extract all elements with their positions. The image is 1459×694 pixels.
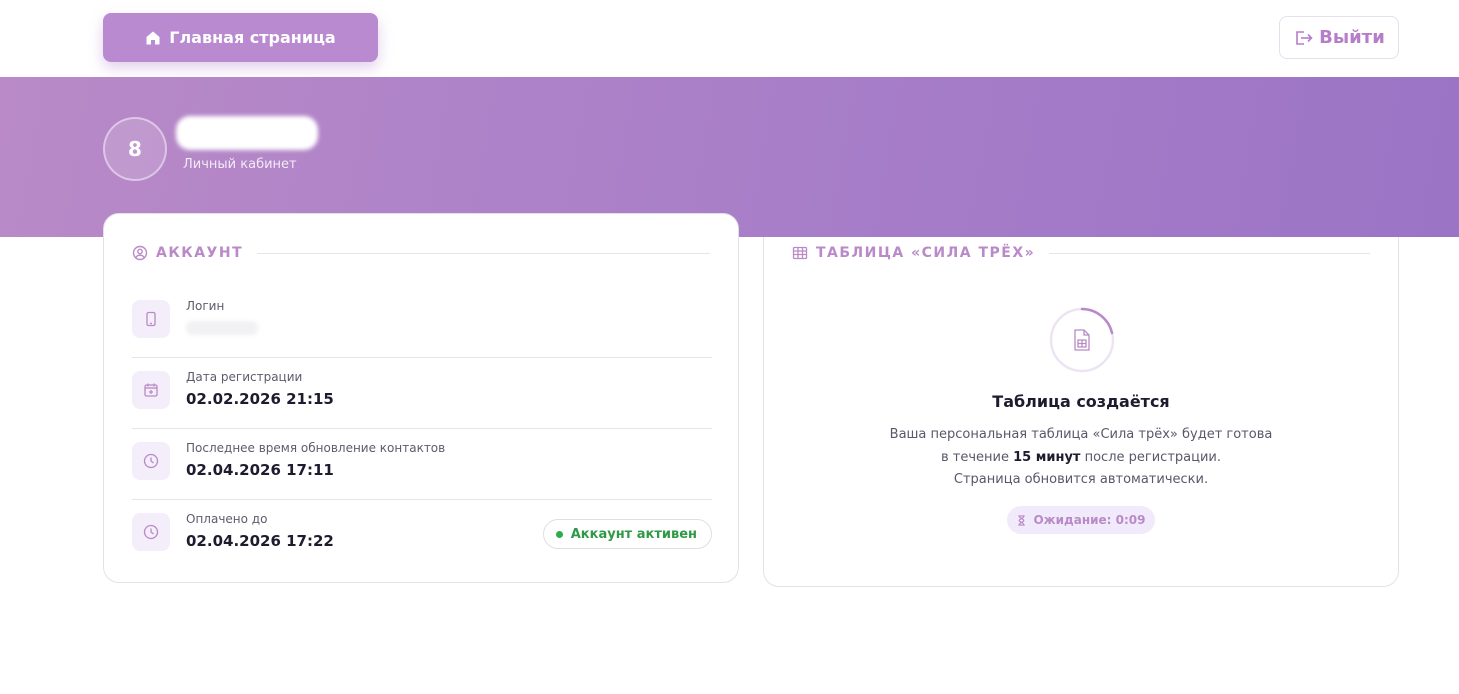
account-status-text: Аккаунт активен	[570, 526, 697, 542]
wait-timer-text: Ожидание: 0:09	[1033, 513, 1146, 527]
logout-button-label: Выйти	[1319, 27, 1385, 48]
home-button[interactable]: Главная страница	[103, 13, 378, 62]
logout-icon	[1296, 30, 1313, 45]
section-divider	[257, 252, 710, 254]
paid-icon-box	[132, 513, 170, 551]
account-section-title: АККАУНТ	[156, 245, 244, 261]
registration-date-label: Дата регистрации	[186, 370, 303, 384]
table-status-text: Ваша персональная таблица «Сила трёх» бу…	[764, 424, 1398, 492]
registration-date-row: Дата регистрации 02.02.2026 21:15	[132, 357, 712, 429]
registration-icon-box	[132, 371, 170, 409]
status-text-line3: Страница обновится автоматически.	[953, 472, 1209, 487]
home-button-label: Главная страница	[169, 28, 336, 47]
logout-button[interactable]: Выйти	[1279, 16, 1399, 59]
top-navigation: Главная страница Выйти	[0, 0, 1459, 77]
contacts-updated-value: 02.04.2026 17:11	[186, 461, 334, 479]
home-icon	[146, 31, 160, 44]
table-icon	[792, 246, 808, 260]
clock-icon	[143, 524, 159, 540]
clock-icon	[143, 453, 159, 469]
account-status-badge: Аккаунт активен	[542, 519, 712, 549]
paid-until-label: Оплачено до	[186, 512, 268, 526]
hourglass-icon	[1018, 514, 1026, 526]
avatar: 8	[103, 117, 167, 181]
status-dot	[555, 530, 563, 538]
user-circle-icon	[132, 245, 148, 261]
table-section-title: ТАБЛИЦА «СИЛА ТРЁХ»	[816, 245, 1036, 261]
loading-spinner	[1049, 307, 1115, 373]
paid-until-row: Оплачено до 02.04.2026 17:22 Аккаунт акт…	[132, 499, 712, 571]
table-card: ТАБЛИЦА «СИЛА ТРЁХ» Таблица создаётся Ва…	[763, 213, 1399, 587]
table-section-header: ТАБЛИЦА «СИЛА ТРЁХ»	[792, 244, 1370, 262]
registration-date-value: 02.02.2026 21:15	[186, 390, 334, 408]
profile-subtitle: Личный кабинет	[183, 157, 297, 172]
avatar-letter: 8	[128, 137, 142, 161]
login-value-redacted	[186, 321, 258, 335]
account-card: АККАУНТ Логин Дата регистрации 02.02.202…	[103, 213, 739, 583]
wait-timer-badge: Ожидание: 0:09	[1007, 506, 1155, 534]
login-label: Логин	[186, 299, 225, 313]
line2-bold: 15 минут	[1013, 449, 1081, 465]
phone-icon	[146, 311, 156, 327]
line2-suffix: после регистрации.	[1080, 449, 1221, 465]
login-row: Логин	[132, 286, 712, 358]
contacts-updated-label: Последнее время обновление контактов	[186, 441, 446, 455]
section-divider	[1049, 252, 1370, 254]
table-status-title: Таблица создаётся	[992, 392, 1170, 411]
user-name-redacted	[176, 116, 318, 150]
updated-icon-box	[132, 442, 170, 480]
calendar-icon	[144, 383, 158, 397]
login-icon-box	[132, 300, 170, 338]
account-section-header: АККАУНТ	[132, 244, 710, 262]
spreadsheet-file-icon	[1074, 329, 1090, 351]
contacts-updated-row: Последнее время обновление контактов 02.…	[132, 428, 712, 500]
line2-prefix: в течение	[941, 449, 1014, 465]
status-text-line1: Ваша персональная таблица «Сила трёх» бу…	[889, 427, 1273, 442]
paid-until-value: 02.04.2026 17:22	[186, 532, 334, 550]
status-text-line2: в течение 15 минут после регистрации.	[764, 447, 1398, 470]
